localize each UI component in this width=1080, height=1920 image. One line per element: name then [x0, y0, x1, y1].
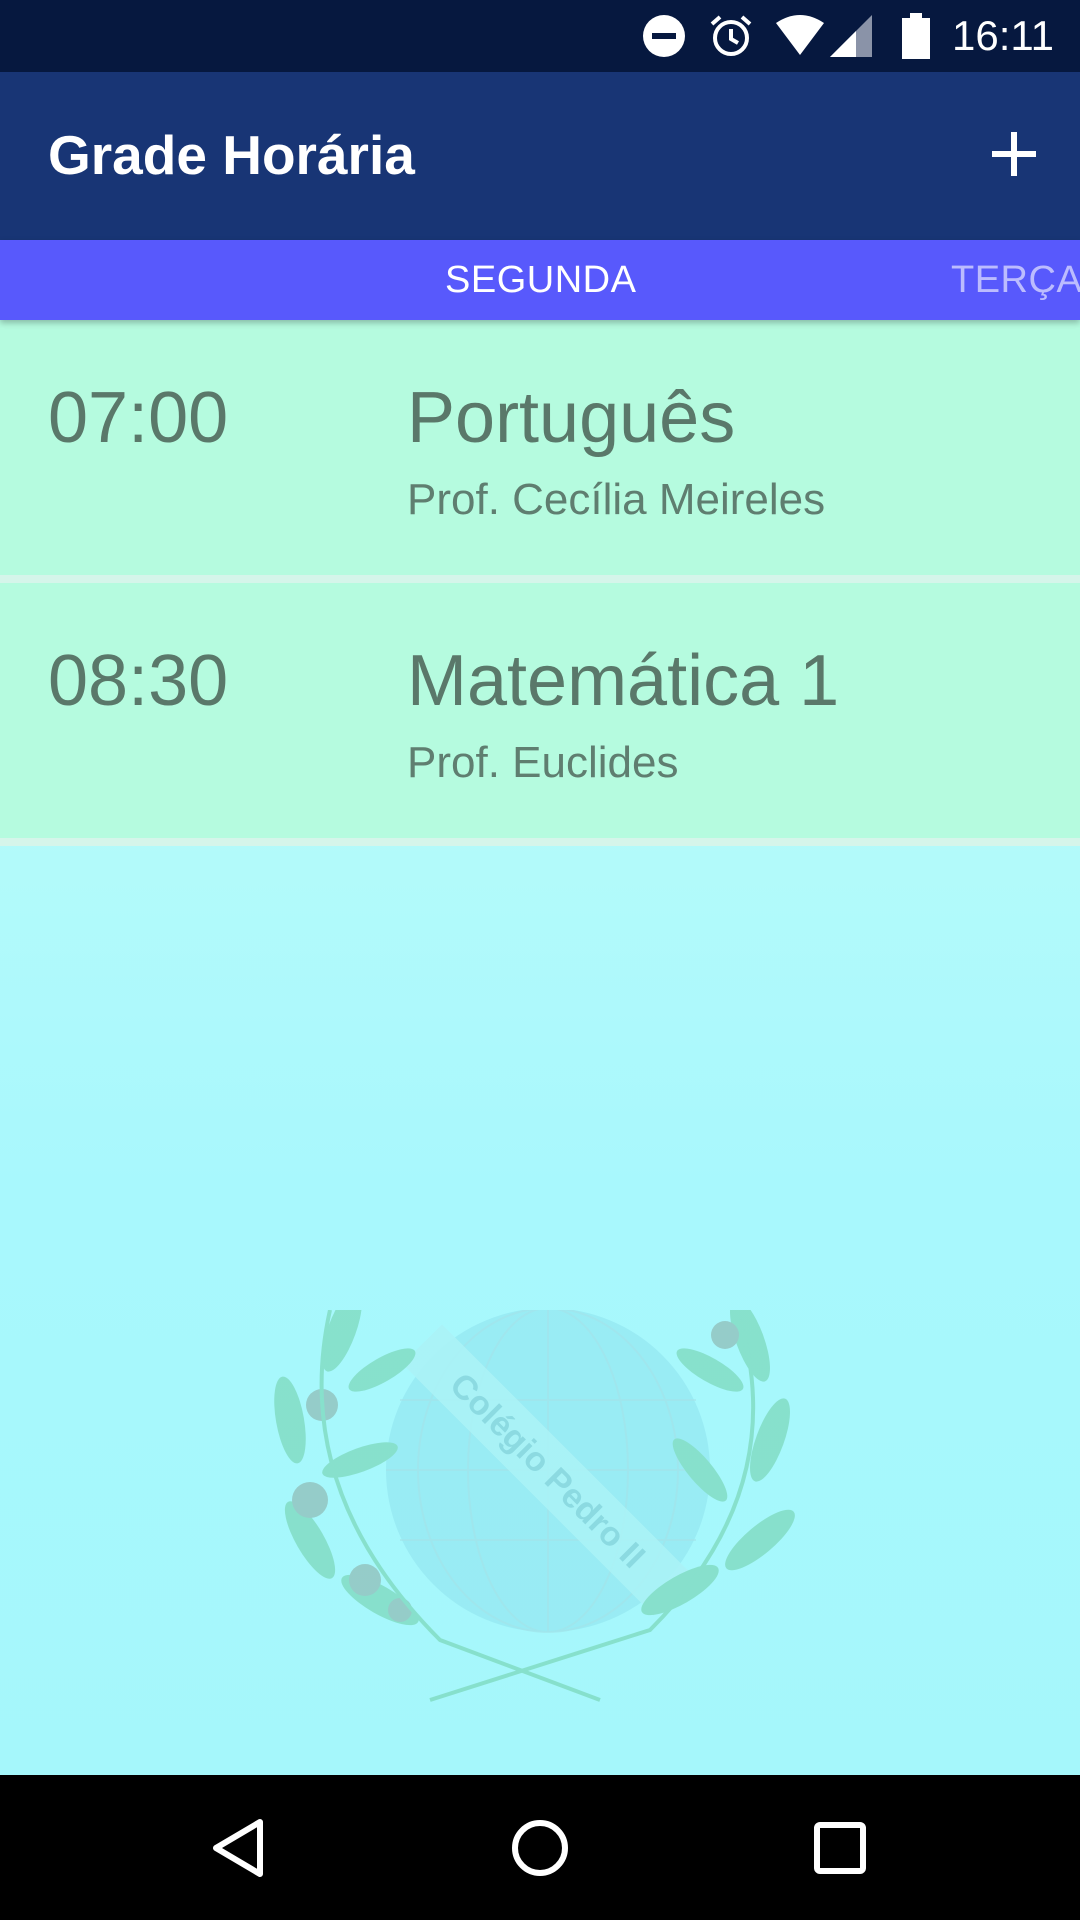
divider	[0, 838, 1080, 846]
do-not-disturb-icon	[642, 14, 686, 58]
plus-icon	[992, 131, 1036, 181]
tab-bar: SEGUNDA TERÇA	[0, 240, 1080, 320]
schedule-entry[interactable]: 07:00 Português Prof. Cecília Meireles	[0, 320, 1080, 575]
recents-icon	[800, 1822, 880, 1892]
entry-time: 08:30	[48, 641, 229, 721]
wifi-icon	[776, 15, 824, 57]
back-icon	[200, 1819, 280, 1892]
entry-subject: Português	[407, 378, 736, 458]
entry-teacher: Prof. Cecília Meireles	[407, 475, 826, 524]
school-logo-watermark: Colégio Pedro II	[270, 1288, 830, 1730]
entry-time: 07:00	[48, 378, 229, 458]
entry-teacher: Prof. Euclides	[407, 738, 679, 787]
home-button[interactable]	[500, 1808, 580, 1888]
entry-subject: Matemática 1	[407, 641, 840, 721]
schedule-entry[interactable]: 08:30 Matemática 1 Prof. Euclides	[0, 583, 1080, 838]
tab-segunda[interactable]: SEGUNDA	[445, 240, 636, 320]
divider	[0, 575, 1080, 583]
status-icons: 16:11	[642, 0, 1080, 72]
clock: 16:11	[952, 12, 1054, 59]
navigation-bar	[0, 1775, 1080, 1920]
status-bar: 16:11	[0, 0, 1080, 72]
tab-terca[interactable]: TERÇA	[951, 240, 1080, 320]
alarm-icon	[708, 13, 754, 59]
app-bar: Grade Horária	[0, 72, 1080, 240]
recents-button[interactable]	[800, 1808, 880, 1888]
add-button[interactable]	[974, 116, 1054, 196]
cell-signal-icon	[830, 15, 872, 57]
home-icon	[500, 1820, 580, 1892]
battery-icon	[902, 13, 930, 59]
page-title: Grade Horária	[48, 124, 415, 186]
back-button[interactable]	[200, 1808, 280, 1888]
